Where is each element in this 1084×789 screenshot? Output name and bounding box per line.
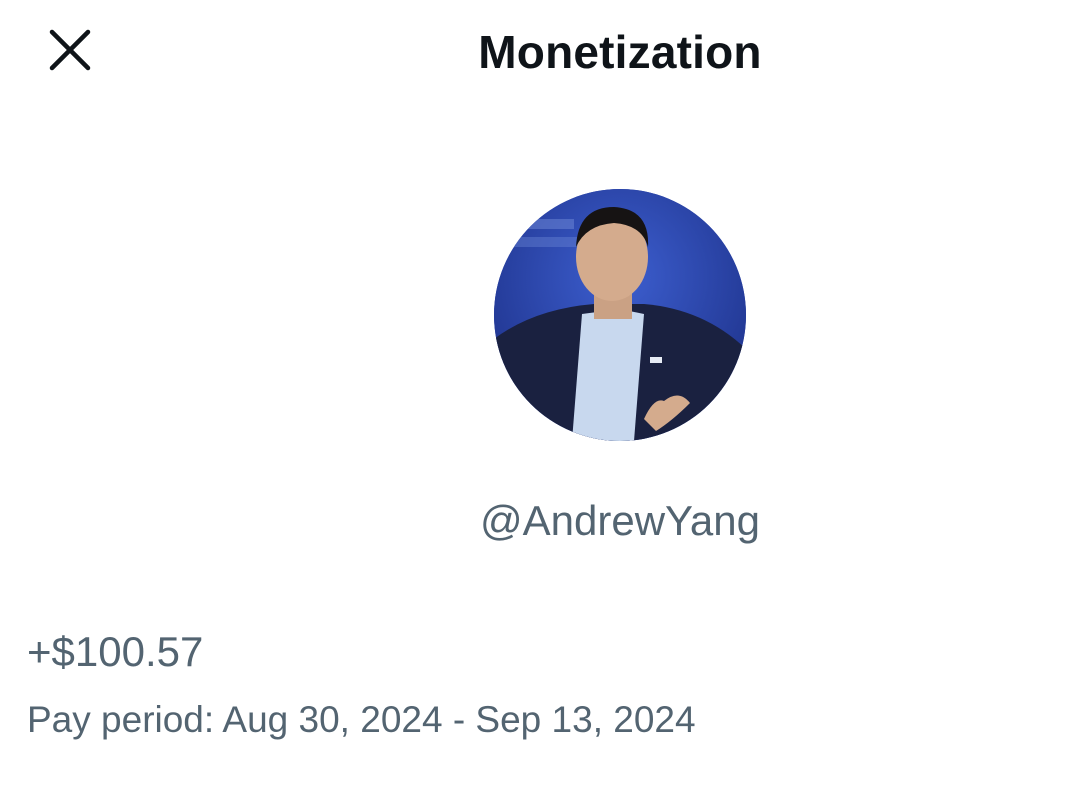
earnings-amount: +$100.57 [27,628,204,675]
pay-period: Pay period: Aug 30, 2024 - Sep 13, 2024 [27,699,696,740]
profile-handle: @AndrewYang [479,497,760,544]
profile-photo-icon [494,189,746,441]
page-title: Monetization [478,26,762,78]
avatar[interactable] [494,189,746,441]
